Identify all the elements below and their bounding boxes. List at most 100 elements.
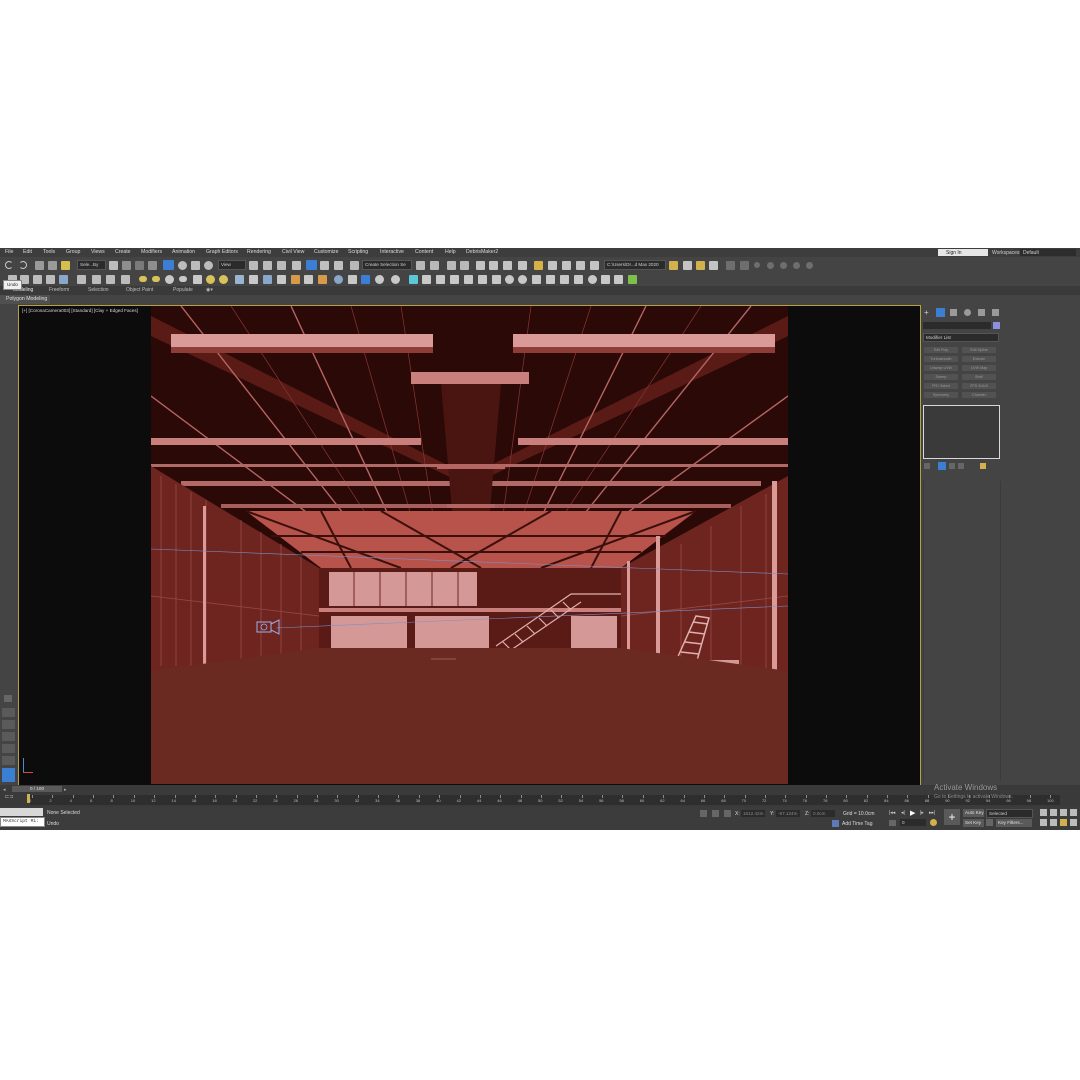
plugin-tool-42-icon[interactable] bbox=[588, 275, 597, 284]
rendered-frame-window-icon[interactable] bbox=[534, 261, 543, 270]
modify-tab-icon[interactable] bbox=[936, 308, 945, 317]
menu-scripting[interactable]: Scripting bbox=[348, 249, 368, 255]
plugin-tool-40-icon[interactable] bbox=[560, 275, 569, 284]
menu-interactive[interactable]: Interactive bbox=[380, 249, 404, 255]
set-key-button[interactable]: Set Key bbox=[963, 819, 984, 827]
time-next-icon[interactable]: ▸ bbox=[64, 787, 70, 793]
utilities-tab-icon[interactable] bbox=[992, 309, 999, 316]
render-in-cloud-icon[interactable] bbox=[562, 261, 571, 270]
menu-rendering[interactable]: Rendering bbox=[247, 249, 271, 255]
ribbon-options-icon[interactable]: ◉▾ bbox=[206, 287, 213, 293]
select-and-rotate-icon[interactable] bbox=[178, 261, 187, 270]
menu-modifiers[interactable]: Modifiers bbox=[141, 249, 162, 255]
layout-3-icon[interactable] bbox=[2, 732, 15, 741]
unlink-icon[interactable] bbox=[48, 261, 57, 270]
plugin-tool-27-icon[interactable] bbox=[375, 275, 384, 284]
modifier-stack-list[interactable] bbox=[923, 405, 1000, 459]
angle-snap-icon[interactable] bbox=[306, 260, 317, 270]
project-folder-dropdown[interactable]: C:\Users\Dr...d Max 2020 bbox=[604, 260, 666, 270]
modifier-extrude-button[interactable]: Extrude bbox=[962, 356, 996, 362]
key-selection-dropdown[interactable]: Selected bbox=[986, 809, 1033, 818]
project-folder-icon[interactable] bbox=[669, 261, 678, 270]
y-coord-field[interactable]: -97.124m bbox=[776, 810, 800, 817]
layout-2-icon[interactable] bbox=[2, 720, 15, 729]
script-tool-1-icon[interactable] bbox=[726, 261, 735, 270]
selection-lock-icon[interactable] bbox=[712, 810, 719, 817]
material-editor-icon[interactable] bbox=[503, 261, 512, 270]
render-setup-icon[interactable] bbox=[518, 261, 527, 270]
plugin-tool-35-icon[interactable] bbox=[492, 275, 501, 284]
plugin-tool-7-icon[interactable] bbox=[92, 275, 101, 284]
pan-view-icon[interactable] bbox=[1050, 819, 1057, 826]
trackbar-toggle-icon[interactable]: ⊏⊐ bbox=[5, 794, 15, 802]
selection-filter-dropdown[interactable]: Sele...By bbox=[77, 260, 106, 270]
auto-key-button[interactable]: Auto Key bbox=[963, 809, 984, 817]
plugin-tool-31-icon[interactable] bbox=[436, 275, 445, 284]
snaps-toggle-icon[interactable] bbox=[292, 261, 301, 270]
x-coord-field[interactable]: 1812.42m bbox=[741, 810, 765, 817]
modifier-shell-button[interactable]: Shell bbox=[962, 374, 996, 380]
plugin-tool-32-icon[interactable] bbox=[450, 275, 459, 284]
layout-active-icon[interactable] bbox=[2, 768, 15, 782]
modifier-unwrap-uvw-button[interactable]: Unwrap UVW bbox=[924, 365, 958, 371]
go-to-end-icon[interactable]: ▸▸| bbox=[929, 810, 935, 816]
named-selection-dropdown[interactable]: Create Selection Se bbox=[362, 260, 412, 270]
time-prev-icon[interactable]: ◂ bbox=[3, 787, 9, 793]
plugin-tool-17-icon[interactable] bbox=[235, 275, 244, 284]
add-time-tag-icon[interactable] bbox=[832, 820, 839, 827]
spinner-snap-icon[interactable] bbox=[334, 261, 343, 270]
add-time-tag-label[interactable]: Add Time Tag bbox=[842, 821, 872, 827]
select-manipulate-icon[interactable] bbox=[263, 261, 272, 270]
plugin-tool-37-icon[interactable] bbox=[518, 275, 527, 284]
object-name-field[interactable] bbox=[923, 322, 991, 329]
isolate-selection-icon[interactable] bbox=[700, 810, 707, 817]
key-filters-button[interactable]: Key Filters... bbox=[996, 819, 1032, 827]
show-end-result-icon[interactable] bbox=[938, 462, 946, 470]
plugin-tool-33-icon[interactable] bbox=[464, 275, 473, 284]
menu-edit[interactable]: Edit bbox=[23, 249, 32, 255]
sign-in-dropdown[interactable]: Sign In bbox=[938, 249, 988, 256]
keyboard-shortcut-override-icon[interactable] bbox=[277, 261, 286, 270]
plugin-tool-36-icon[interactable] bbox=[505, 275, 514, 284]
select-and-move-icon[interactable] bbox=[163, 260, 174, 270]
create-tab-icon[interactable]: + bbox=[924, 309, 931, 317]
key-tangent-icon[interactable] bbox=[986, 819, 993, 826]
orbit-icon[interactable] bbox=[1060, 819, 1067, 826]
select-object-icon[interactable] bbox=[109, 261, 118, 270]
redo-icon[interactable] bbox=[19, 261, 27, 269]
z-coord-field[interactable]: 0.0cm bbox=[811, 810, 835, 817]
plugin-tool-30-icon[interactable] bbox=[422, 275, 431, 284]
modifier-sweep-button[interactable]: Sweep bbox=[924, 374, 958, 380]
modifier-turbosmooth-button[interactable]: Turbosmooth bbox=[924, 356, 958, 362]
make-unique-icon[interactable] bbox=[949, 463, 955, 469]
modifier-edit-poly-button[interactable]: Edit Poly bbox=[924, 347, 958, 353]
layer-explorer-icon[interactable] bbox=[460, 261, 469, 270]
pin-stack-icon[interactable] bbox=[924, 463, 930, 469]
modifier-edit-spline-button[interactable]: Edit Spline bbox=[962, 347, 996, 353]
set-keys-plus-icon[interactable]: + bbox=[944, 809, 960, 825]
viewport-label[interactable]: [+] [CoronaCamera003] [Standard] [Clay +… bbox=[22, 308, 138, 313]
go-to-start-icon[interactable]: |◂◂ bbox=[889, 810, 895, 816]
layout-1-icon[interactable] bbox=[2, 708, 15, 717]
plugin-tool-10-icon[interactable] bbox=[139, 276, 147, 282]
modifier-ffd-button[interactable]: FFD 3x3x3 bbox=[962, 383, 996, 389]
mirror-icon[interactable] bbox=[416, 261, 425, 270]
plugin-tool-29-icon[interactable] bbox=[409, 275, 418, 284]
maximize-viewport-icon[interactable] bbox=[1070, 819, 1077, 826]
modifier-ffd-select-button[interactable]: FFD Select bbox=[924, 383, 958, 389]
layout-4-icon[interactable] bbox=[2, 744, 15, 753]
workspace-dropdown[interactable]: Default bbox=[1020, 249, 1076, 256]
plugin-tool-4-icon[interactable] bbox=[46, 275, 55, 284]
plugin-tool-28-icon[interactable] bbox=[391, 275, 400, 284]
menu-civil-view[interactable]: Civil View bbox=[282, 249, 304, 255]
undo-icon[interactable] bbox=[5, 261, 13, 269]
plugin-tool-14-icon[interactable] bbox=[193, 275, 202, 284]
reference-coordinate-dropdown[interactable]: View bbox=[218, 260, 246, 270]
align-icon[interactable] bbox=[430, 261, 439, 270]
plugin-tool-19-icon[interactable] bbox=[263, 275, 272, 284]
modifier-list-dropdown[interactable]: Modifier List bbox=[923, 333, 999, 342]
rectangular-selection-icon[interactable] bbox=[135, 261, 144, 270]
curve-editor-icon[interactable] bbox=[476, 261, 485, 270]
menu-debrismaker2[interactable]: DebrisMaker2 bbox=[466, 249, 498, 255]
plugin-tool-6-icon[interactable] bbox=[77, 275, 86, 284]
